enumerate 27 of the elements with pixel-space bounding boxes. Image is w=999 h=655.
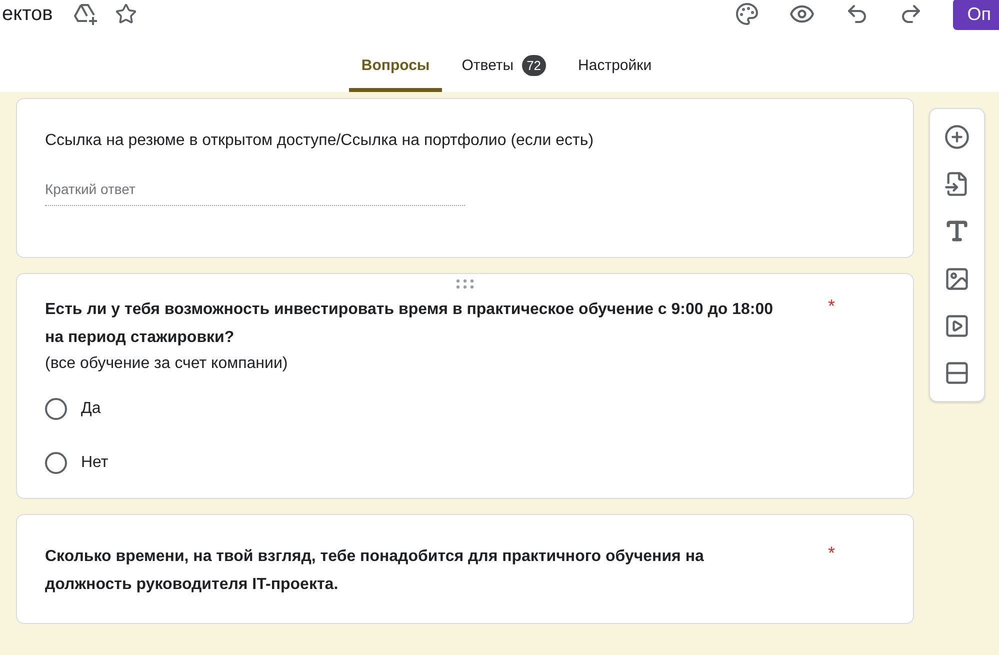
question-description: (все обучение за счет компании): [45, 354, 289, 374]
drive-add-icon[interactable]: [72, 2, 99, 26]
title-text-icon[interactable]: [944, 218, 970, 244]
radio-button[interactable]: [45, 452, 67, 474]
add-question-icon[interactable]: [944, 124, 970, 150]
drag-handle-icon[interactable]: [455, 278, 475, 290]
tab[interactable]: Настройки: [566, 47, 664, 92]
radio-button[interactable]: [45, 398, 67, 420]
short-answer-field[interactable]: Краткий ответ: [45, 181, 465, 206]
send-button[interactable]: Оп: [953, 0, 999, 30]
option-label: Да: [81, 400, 101, 418]
tab[interactable]: Ответы 72: [450, 47, 558, 92]
import-icon[interactable]: [944, 170, 970, 197]
tab[interactable]: Вопросы: [349, 47, 442, 92]
question-title: Сколько времени, на твой взгляд, тебе понадобится для практичного обучения на должность руководителя IT-проекта.: [45, 547, 705, 595]
count-badge: 72: [522, 55, 546, 76]
option-label: Нет: [81, 454, 108, 472]
required-mark: *: [828, 543, 835, 565]
required-mark: *: [828, 296, 835, 318]
star-icon[interactable]: [114, 3, 137, 25]
question-title: Есть ли у тебя возможность инвестировать время в практическое обучение с 9:00 до 18:00 на период стажировки?: [45, 300, 774, 348]
image-icon[interactable]: [944, 266, 970, 292]
section-icon[interactable]: [944, 360, 970, 386]
video-icon[interactable]: [944, 312, 970, 339]
palette-icon[interactable]: [735, 2, 760, 26]
question-title: Ссылка на резюме в открытом доступе/Ссылка на портфолио (если есть): [45, 131, 594, 151]
form-title: ектов: [2, 2, 53, 26]
